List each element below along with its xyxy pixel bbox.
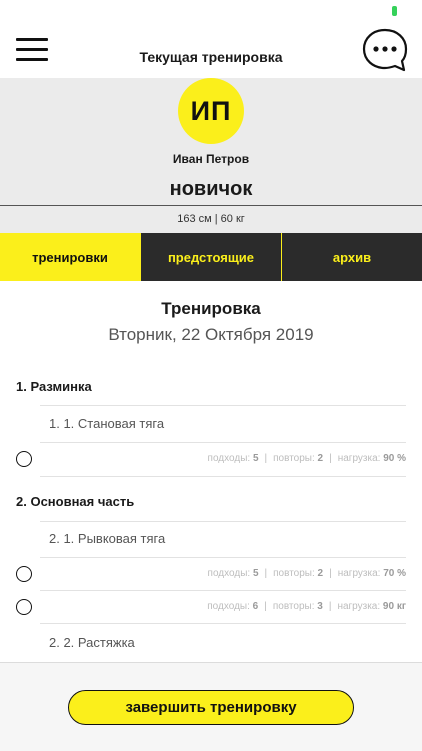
tab-bar: тренировки предстоящие архив	[0, 233, 422, 281]
divider	[40, 476, 406, 477]
divider	[40, 590, 406, 591]
set-checkbox[interactable]	[16, 566, 32, 582]
divider	[40, 557, 406, 558]
finish-workout-button[interactable]: завершить тренировку	[68, 690, 354, 725]
exercise-name: 2. 1. Рывковая тяга	[49, 531, 166, 546]
menu-line	[16, 38, 48, 41]
divider	[40, 405, 406, 406]
workout-date: Вторник, 22 Октября 2019	[108, 325, 314, 344]
set-checkbox[interactable]	[16, 599, 32, 615]
profile-panel: ИП Иван Петров новичок	[0, 78, 422, 205]
chat-bubble-icon[interactable]	[362, 28, 408, 72]
user-stats: 163 см | 60 кг	[0, 206, 422, 233]
user-name: Иван Петров	[172, 152, 250, 166]
divider	[40, 623, 406, 624]
exercise-name: 1. 1. Становая тяга	[49, 416, 165, 431]
divider	[40, 442, 406, 443]
page-title: Текущая тренировка	[139, 49, 283, 65]
tab-trainings[interactable]: тренировки	[0, 233, 140, 281]
set-row: подходы: 5 | повторы: 2 | нагрузка: 90 %	[207, 453, 406, 464]
tab-archive[interactable]: архив	[281, 233, 422, 281]
tab-upcoming[interactable]: предстоящие	[140, 233, 281, 281]
status-indicator-icon	[392, 6, 397, 16]
section-title: 1. Разминка	[16, 379, 92, 394]
avatar[interactable]: ИП	[178, 78, 244, 144]
set-row: подходы: 6 | повторы: 3 | нагрузка: 90 к…	[207, 601, 406, 612]
workout-title: Тренировка	[161, 299, 261, 318]
section-title: 2. Основная часть	[16, 494, 135, 509]
exercise-name: 2. 2. Растяжка	[49, 635, 135, 650]
top-bar: Текущая тренировка	[0, 0, 422, 78]
divider	[40, 521, 406, 522]
user-level: новичок	[169, 178, 253, 200]
set-row: подходы: 5 | повторы: 2 | нагрузка: 70 %	[207, 568, 406, 579]
set-checkbox[interactable]	[16, 451, 32, 467]
